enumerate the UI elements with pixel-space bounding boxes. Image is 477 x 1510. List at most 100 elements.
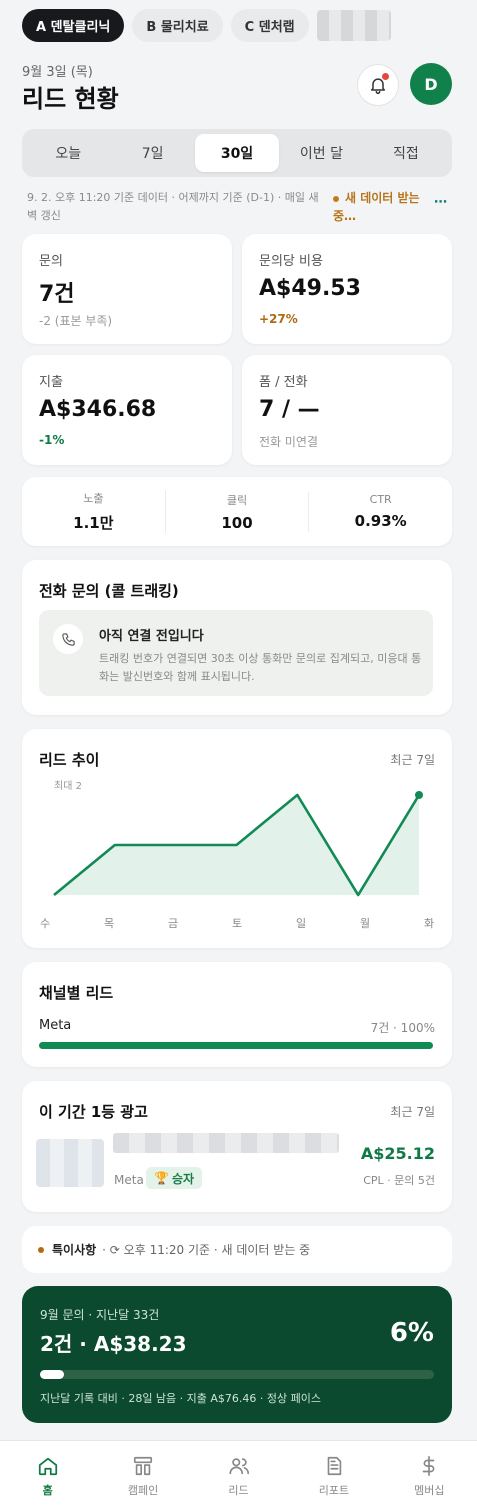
nav-label: 캠페인	[127, 1484, 159, 1497]
x-tick-label: 일	[296, 916, 306, 930]
nav-label: 리드	[228, 1484, 249, 1497]
channel-value: 7건 · 100%	[370, 1021, 435, 1035]
x-tick-label: 토	[232, 917, 242, 930]
users-icon	[228, 1458, 249, 1475]
lead-trend-card: 리드 추이 최근 7일 최대 2 수목금토일월화	[22, 729, 452, 948]
nav-leads[interactable]: 리드	[191, 1441, 286, 1510]
notification-dot	[382, 73, 389, 80]
stat-value: 0.93%	[354, 512, 407, 530]
metric-note: 전화 미연결	[259, 435, 319, 449]
channel-progress-bar	[39, 1042, 433, 1049]
report-icon	[327, 1456, 342, 1476]
call-tracking-notice: 아직 연결 전입니다 트래킹 번호가 연결되면 30초 이상 통화만 문의로 집…	[39, 610, 433, 696]
nav-label: 리포트	[318, 1484, 350, 1497]
trophy-icon: 🏆	[154, 1171, 169, 1185]
stat-label: 노출	[83, 492, 104, 505]
metric-card-form-call[interactable]: 폼 / 전화 7 / — 전화 미연결	[242, 355, 452, 465]
range-selector: 오늘 7일 30일 이번 달 직접	[22, 129, 452, 177]
range-30d[interactable]: 30일	[194, 134, 280, 172]
period-label: 최근 7일	[390, 1105, 435, 1119]
client-tab-a[interactable]: A 덴탈클리닉	[22, 9, 125, 42]
metric-label: 폼 / 전화	[259, 375, 308, 390]
pace-detail: 지난달 기록 대비 · 28일 남음 · 지출 A$76.46 · 정상 페이스	[40, 1392, 322, 1405]
chart-max-label: 최대 2	[54, 780, 82, 792]
pace-value: 2건 · A$38.23	[40, 1332, 187, 1356]
sync-dot	[333, 195, 339, 202]
stat-label: CTR	[369, 493, 392, 506]
data-freshness-info: 9. 2. 오후 11:20 기준 데이터 · 어제까지 기준 (D-1) · …	[27, 191, 319, 222]
channel-name: Meta	[39, 1018, 72, 1033]
channel-progress-fill	[39, 1042, 433, 1049]
notice-title: 특이사항	[52, 1243, 97, 1257]
pace-progress-bar	[40, 1370, 434, 1379]
page-title: 리드 현황	[22, 85, 119, 113]
metric-label: 문의	[39, 254, 63, 269]
client-tab-hidden[interactable]	[316, 10, 391, 41]
notice-title: 아직 연결 전입니다	[99, 629, 204, 644]
monthly-pace-card[interactable]: 9월 문의 · 지난달 33건 2건 · A$38.23 6% 지난달 기록 대…	[22, 1286, 452, 1423]
notice-dot	[38, 1246, 44, 1253]
stat-label: 클릭	[226, 493, 248, 507]
lead-trend-chart: 최대 2 수 목 금 토 일 월 화	[40, 780, 434, 930]
card-title: 채널별 리드	[39, 984, 114, 1002]
ad-name-redacted	[113, 1133, 339, 1153]
stat-value: 1.1만	[73, 514, 114, 532]
ad-meta: CPL · 문의 5건	[363, 1174, 435, 1187]
nav-membership[interactable]: 멤버십	[382, 1441, 477, 1510]
notice-bar[interactable]: 특이사항 · ⟳ 오후 11:20 기준 · 새 데이터 받는 중	[22, 1226, 452, 1273]
winner-label: 승자	[171, 1171, 195, 1186]
stats-card: 노출 1.1만 클릭 100 CTR 0.93%	[22, 477, 452, 546]
range-this-month[interactable]: 이번 달	[279, 134, 363, 172]
range-today[interactable]: 오늘	[26, 134, 110, 172]
metric-label: 문의당 비용	[259, 254, 323, 269]
notice-description: 트래킹 번호가 연결되면 30초 이상 통화만 문의로 집계되고, 미응대 통화…	[99, 652, 422, 683]
stat-clicks: 클릭 100	[166, 491, 310, 532]
range-custom[interactable]: 직접	[364, 134, 448, 172]
sync-status: 새 데이터 받는 중…	[333, 189, 428, 225]
pace-progress-fill	[40, 1370, 64, 1379]
ad-thumbnail	[36, 1139, 104, 1187]
avatar[interactable]: D	[410, 63, 452, 105]
stat-value: 100	[221, 513, 253, 532]
metric-label: 지출	[39, 375, 63, 390]
metric-card-spend[interactable]: 지출 A$346.68 -1%	[22, 355, 232, 465]
top-ad-card[interactable]: 이 기간 1등 광고 최근 7일 Meta 🏆 승자 A$25.12 CPL · …	[22, 1081, 452, 1212]
x-tick-label: 수	[40, 917, 50, 930]
x-tick-label: 금	[168, 917, 178, 930]
card-title: 이 기간 1등 광고	[39, 1103, 148, 1121]
stat-ctr: CTR 0.93%	[309, 493, 452, 530]
metric-card-inquiries[interactable]: 문의 7건 -2 (표본 부족)	[22, 234, 232, 344]
metric-value: A$346.68	[39, 397, 157, 422]
metric-value: A$49.53	[259, 276, 361, 301]
metric-value: 7 / —	[259, 397, 320, 422]
more-button[interactable]: ⋯	[434, 195, 447, 210]
chart-point	[415, 791, 423, 799]
x-tick-label: 월	[360, 917, 370, 930]
metric-delta: -1%	[39, 433, 65, 447]
client-tabs: A 덴탈클리닉 B 물리치료 C 덴처랩	[22, 9, 391, 42]
metric-delta: -2 (표본 부족)	[39, 314, 113, 328]
range-7d[interactable]: 7일	[110, 134, 194, 172]
metric-value: 7건	[39, 282, 75, 307]
metric-card-cpl[interactable]: 문의당 비용 A$49.53 +27%	[242, 234, 452, 344]
notification-button[interactable]	[357, 64, 399, 106]
home-icon	[38, 1457, 57, 1476]
phone-icon	[53, 624, 83, 654]
winner-badge: 🏆 승자	[146, 1167, 203, 1189]
call-tracking-card: 전화 문의 (콜 트래킹) 아직 연결 전입니다 트래킹 번호가 연결되면 30…	[22, 560, 452, 715]
nav-home[interactable]: 홈	[0, 1441, 95, 1510]
x-tick-label: 화	[424, 917, 434, 930]
x-tick-label: 목	[104, 917, 114, 930]
nav-campaign[interactable]: 캠페인	[95, 1441, 190, 1510]
ad-platform: Meta	[114, 1173, 144, 1187]
bottom-navigation: 홈 캠페인 리드 리포트 멤버십	[0, 1440, 477, 1510]
pace-percent: 6%	[389, 1318, 434, 1348]
date-label: 9월 3일 (목)	[22, 65, 93, 80]
stat-impressions: 노출 1.1만	[22, 490, 166, 533]
client-tab-b[interactable]: B 물리치료	[132, 9, 223, 42]
notice-text: · ⟳ 오후 11:20 기준 · 새 데이터 받는 중	[102, 1243, 311, 1257]
pace-label: 9월 문의 · 지난달 33건	[40, 1308, 160, 1322]
client-tab-c[interactable]: C 덴처랩	[230, 9, 309, 42]
dollar-icon	[423, 1456, 435, 1476]
nav-report[interactable]: 리포트	[286, 1441, 381, 1510]
